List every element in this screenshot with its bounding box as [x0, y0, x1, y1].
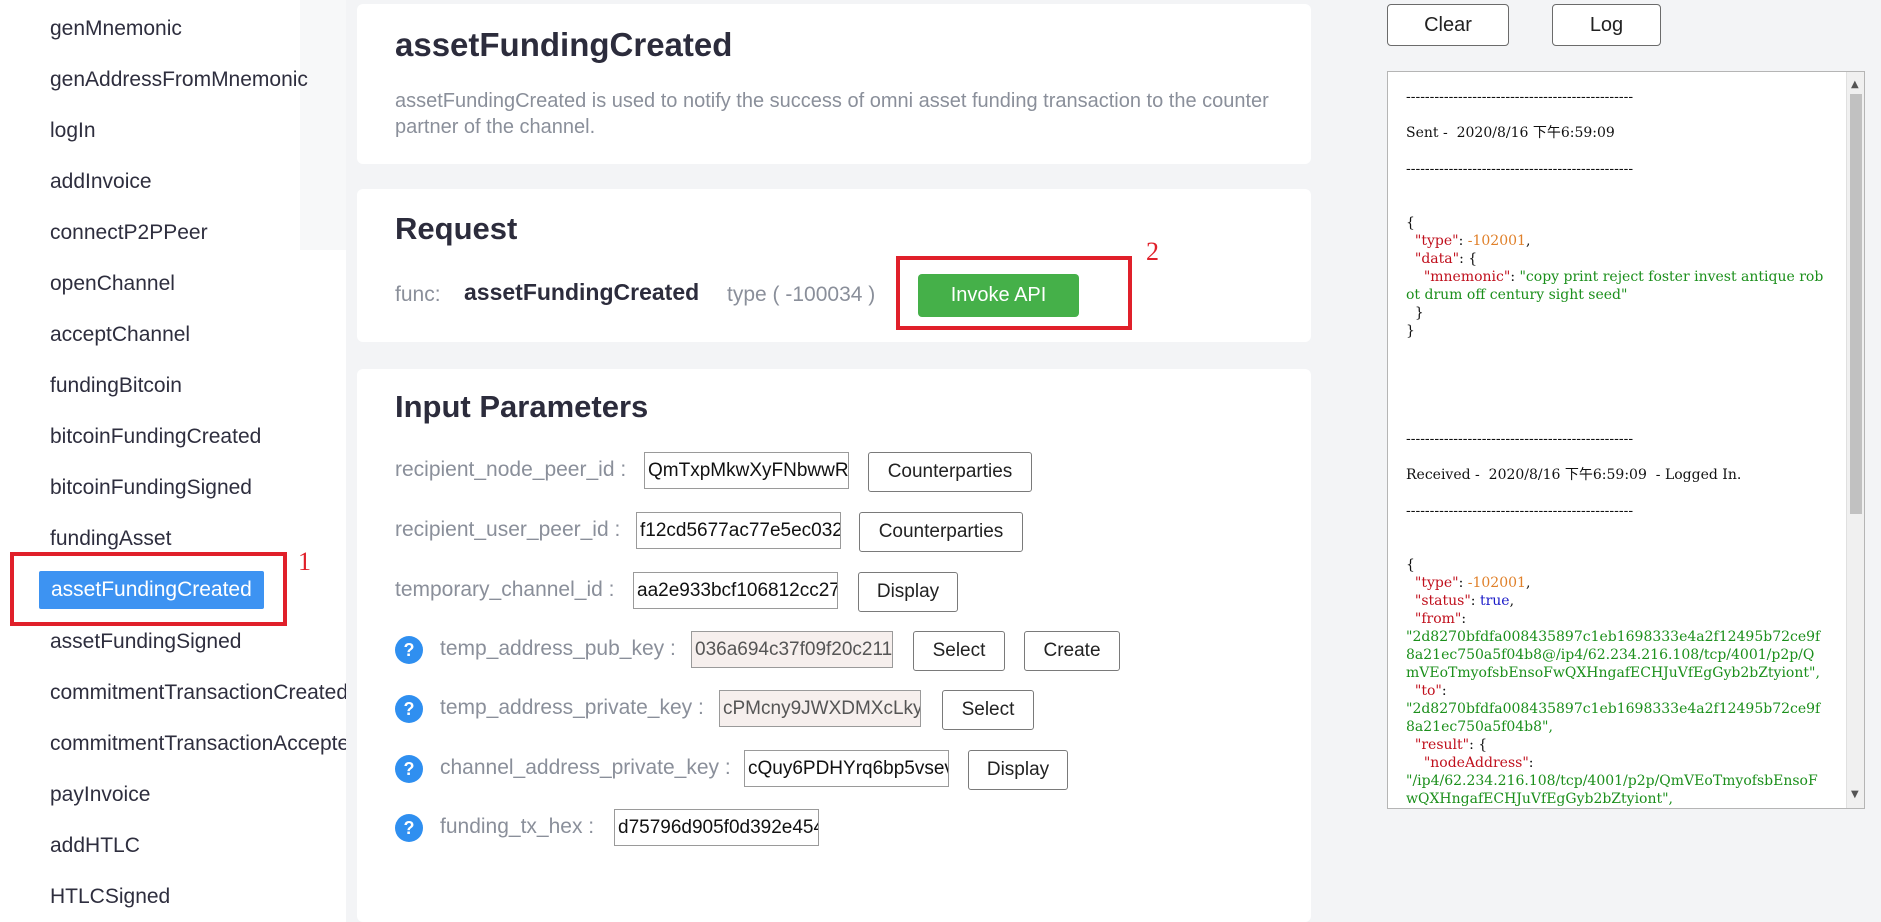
recipient-user-peer-id-input[interactable]: f12cd5677ac77e5ec032	[636, 512, 841, 549]
log-json-brace: {	[1406, 215, 1415, 231]
log-panel[interactable]: ----------------------------------------…	[1387, 71, 1865, 809]
scroll-thumb[interactable]	[1850, 94, 1862, 514]
log-sent-header: Sent - 2020/8/16 下午6:59:09	[1406, 125, 1615, 141]
temp-address-pub-key-input[interactable]: 036a694c37f09f20c2113	[691, 631, 893, 668]
log-separator: ----------------------------------------…	[1406, 431, 1634, 447]
sidebar-item-commitmenttransactioncreated[interactable]: commitmentTransactionCreated	[50, 678, 346, 708]
recipient-node-peer-id-input[interactable]: QmTxpMkwXyFNbwwRvQ	[644, 452, 849, 489]
scroll-up-icon[interactable]: ▲	[1851, 76, 1859, 94]
log-content: ----------------------------------------…	[1406, 88, 1826, 809]
param-label-recipient-node-peer-id: recipient_node_peer_id :	[395, 458, 627, 481]
func-name: assetFundingCreated	[464, 279, 700, 305]
counterparties-button[interactable]: Counterparties	[868, 452, 1032, 492]
sidebar-item-acceptchannel[interactable]: acceptChannel	[50, 320, 190, 350]
select-button[interactable]: Select	[913, 631, 1005, 671]
log-json-line: "2d8270bfdfa008435897c1eb1698333e4a2f124…	[1406, 629, 1821, 681]
log-json-line: "2d8270bfdfa008435897c1eb1698333e4a2f124…	[1406, 701, 1821, 735]
sidebar-item-fundingasset[interactable]: fundingAsset	[50, 524, 171, 554]
sidebar-item-genmnemonic[interactable]: genMnemonic	[50, 14, 182, 44]
select-button[interactable]: Select	[942, 690, 1034, 730]
log-json-line: }	[1406, 305, 1424, 321]
log-json-line: "data": {	[1414, 251, 1478, 267]
clear-button[interactable]: Clear	[1387, 4, 1509, 46]
sidebar-item-openchannel[interactable]: openChannel	[50, 269, 175, 299]
param-label-temp-address-pub-key: temp_address_pub_key :	[440, 637, 676, 660]
log-button[interactable]: Log	[1552, 4, 1661, 46]
create-button[interactable]: Create	[1024, 631, 1120, 671]
log-json-line: "to":	[1414, 683, 1447, 699]
sidebar-item-addinvoice[interactable]: addInvoice	[50, 167, 152, 197]
log-json-brace: }	[1406, 323, 1415, 339]
sidebar: genMnemonic genAddressFromMnemonic logIn…	[0, 0, 346, 922]
annotation-box-1	[10, 552, 287, 626]
log-scrollbar[interactable]: ▲ ▼	[1846, 72, 1864, 808]
api-description-card: assetFundingCreated assetFundingCreated …	[357, 4, 1311, 164]
page-title: assetFundingCreated	[395, 26, 733, 63]
request-title: Request	[395, 211, 518, 246]
help-icon[interactable]: ?	[395, 636, 423, 664]
sidebar-item-login[interactable]: logIn	[50, 116, 96, 146]
sidebar-item-payinvoice[interactable]: payInvoice	[50, 780, 150, 810]
log-json-line: "type": -102001,	[1414, 233, 1531, 249]
display-button[interactable]: Display	[968, 750, 1068, 790]
log-separator: ----------------------------------------…	[1406, 503, 1634, 519]
func-label: func:	[395, 283, 441, 306]
request-card: Request func: assetFundingCreated type (…	[357, 189, 1311, 342]
log-json-line: "type": -102001,	[1414, 575, 1531, 591]
annotation-box-2	[896, 256, 1132, 330]
param-label-temporary-channel-id: temporary_channel_id :	[395, 578, 615, 601]
param-label-recipient-user-peer-id: recipient_user_peer_id :	[395, 518, 621, 541]
sidebar-item-assetfundingsigned[interactable]: assetFundingSigned	[50, 627, 241, 657]
sidebar-item-bitcoinfundingsigned[interactable]: bitcoinFundingSigned	[50, 473, 252, 503]
log-separator: ----------------------------------------…	[1406, 89, 1634, 105]
annotation-number-1: 1	[298, 547, 311, 576]
log-json-line: "status": true,	[1414, 593, 1515, 609]
help-icon[interactable]: ?	[395, 695, 423, 723]
funding-tx-hex-input[interactable]: d75796d905f0d392e454	[614, 809, 819, 846]
log-json-line: "result": {	[1414, 737, 1488, 753]
params-title: Input Parameters	[395, 389, 649, 424]
sidebar-item-genaddressfrommnemonic[interactable]: genAddressFromMnemonic	[50, 65, 308, 95]
log-separator: ----------------------------------------…	[1406, 161, 1634, 177]
log-json-line: "from":	[1414, 611, 1467, 627]
display-button[interactable]: Display	[858, 572, 958, 612]
log-json-line: "/ip4/62.234.216.108/tcp/4001/p2p/QmVEoT…	[1406, 773, 1818, 807]
sidebar-item-commitmenttransactionaccepted[interactable]: commitmentTransactionAccepted	[50, 729, 346, 759]
log-json-line: "nodePeerId":	[1406, 808, 1826, 809]
log-json-line: "nodeAddress":	[1423, 755, 1534, 771]
sidebar-item-addhtlc[interactable]: addHTLC	[50, 831, 140, 861]
help-icon[interactable]: ?	[395, 814, 423, 842]
page-description: assetFundingCreated is used to notify th…	[395, 90, 1269, 138]
sidebar-shade	[300, 0, 346, 250]
annotation-number-2: 2	[1146, 237, 1159, 266]
sidebar-item-connectp2ppeer[interactable]: connectP2PPeer	[50, 218, 208, 248]
channel-address-private-key-input[interactable]: cQuy6PDHYrq6bp5vsev	[744, 750, 949, 787]
log-json-line: "mnemonic": "copy print reject foster in…	[1406, 269, 1824, 303]
temporary-channel-id-input[interactable]: aa2e933bcf106812cc27	[633, 572, 838, 609]
scroll-down-icon[interactable]: ▼	[1851, 786, 1859, 804]
log-received-header: Received - 2020/8/16 下午6:59:09 - Logged …	[1406, 467, 1742, 483]
param-label-temp-address-private-key: temp_address_private_key :	[440, 696, 704, 719]
param-label-funding-tx-hex: funding_tx_hex :	[440, 815, 595, 838]
sidebar-item-fundingbitcoin[interactable]: fundingBitcoin	[50, 371, 182, 401]
help-icon[interactable]: ?	[395, 755, 423, 783]
type-code: type ( -100034 )	[727, 283, 876, 306]
param-label-channel-address-private-key: channel_address_private_key :	[440, 756, 731, 779]
temp-address-private-key-input[interactable]: cPMcny9JWXDMXcLkye	[719, 690, 921, 727]
input-parameters-card: Input Parameters recipient_node_peer_id …	[357, 369, 1311, 922]
sidebar-item-htlcsigned[interactable]: HTLCSigned	[50, 882, 170, 912]
log-json-brace: {	[1406, 557, 1415, 573]
sidebar-item-bitcoinfundingcreated[interactable]: bitcoinFundingCreated	[50, 422, 261, 452]
counterparties-button[interactable]: Counterparties	[859, 512, 1023, 552]
